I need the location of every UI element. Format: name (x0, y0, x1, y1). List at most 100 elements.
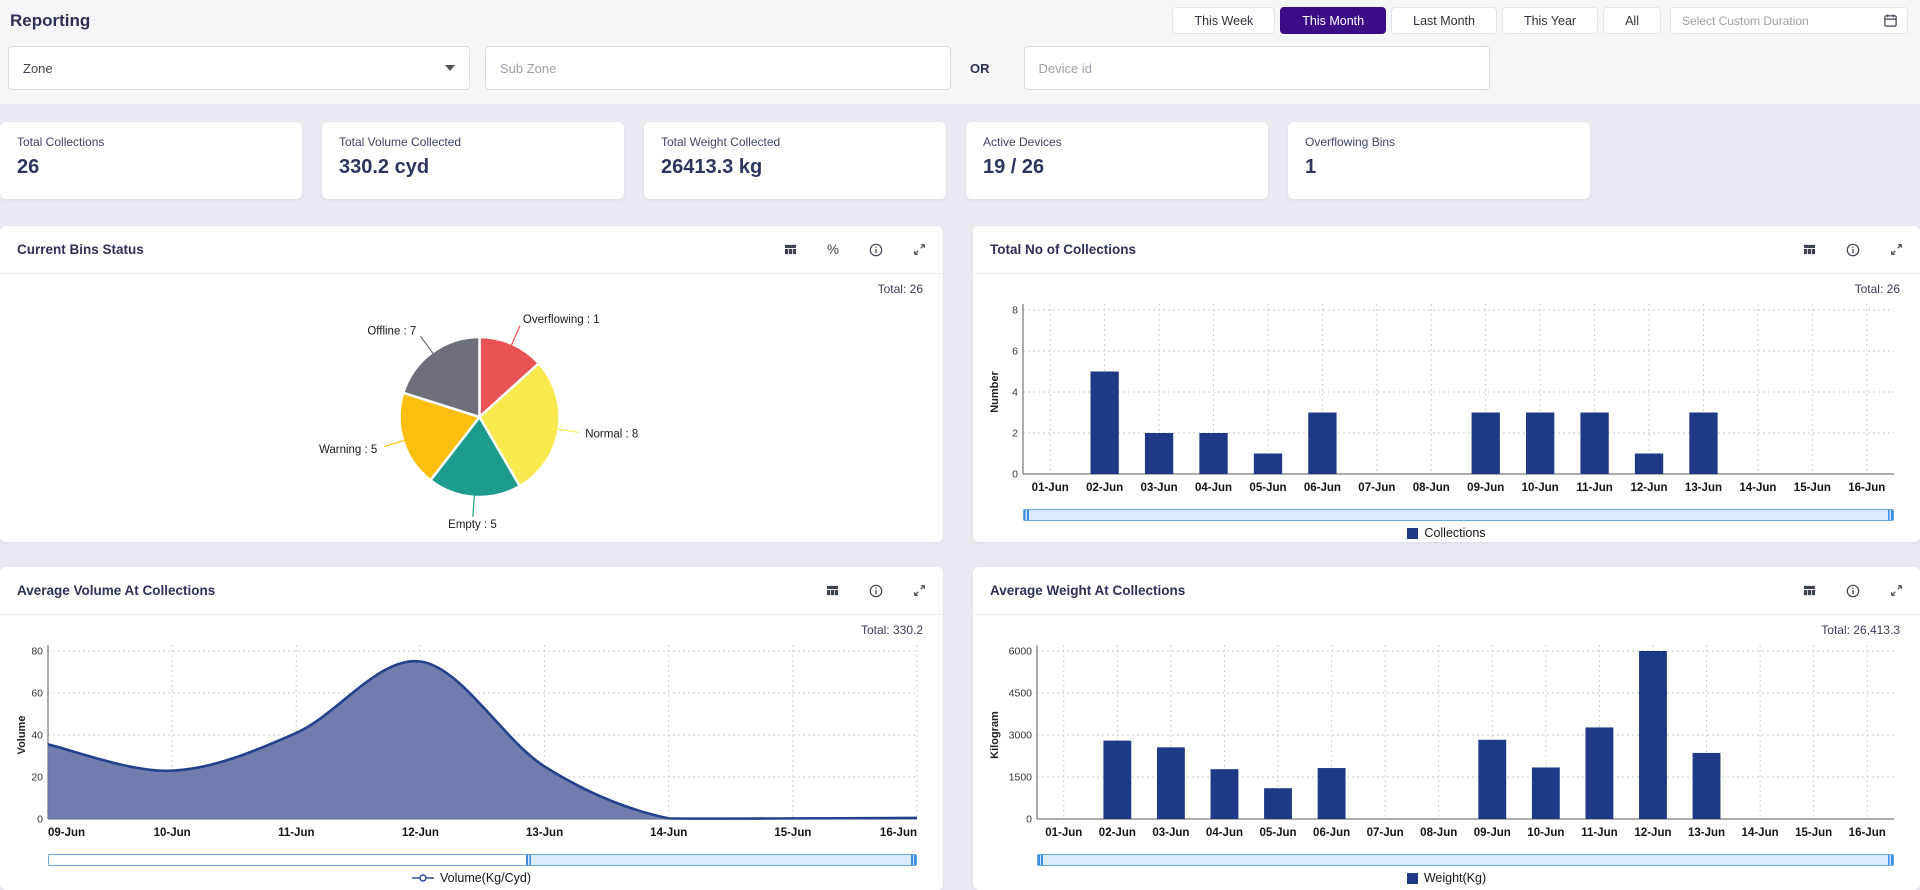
svg-text:Overflowing : 1: Overflowing : 1 (523, 314, 600, 326)
panel-total-collections: Total No of Collections Total: 26 0 2 4 6 8 N… (973, 226, 1920, 542)
svg-text:Empty : 5: Empty : 5 (448, 519, 497, 531)
legend-label: Collections (1424, 526, 1486, 540)
calendar-icon[interactable] (1883, 13, 1898, 28)
time-filter-this-week[interactable]: This Week (1172, 7, 1276, 34)
svg-text:16-Jun: 16-Jun (1849, 827, 1886, 839)
filters-row: Zone OR (0, 36, 1920, 90)
collections-svg: 0 2 4 6 8 Number 01-Jun 02-Jun 03-Jun 04-Jun 05-Ju… (989, 304, 1894, 494)
collections-legend[interactable]: Collections (987, 526, 1906, 540)
svg-text:14-Jun: 14-Jun (1742, 827, 1779, 839)
time-filter-this-year[interactable]: This Year (1501, 7, 1599, 34)
avg-volume-end-handle[interactable] (911, 855, 916, 865)
svg-text:11-Jun: 11-Jun (1576, 482, 1612, 494)
device-id-field[interactable] (1023, 46, 1490, 90)
info-icon[interactable] (1846, 243, 1860, 257)
avg-volume-range-scrollbar[interactable] (48, 854, 917, 866)
panel-icon-group: % (784, 243, 926, 257)
collections-start-handle[interactable] (1024, 510, 1029, 520)
kpi-card-active-devices: Active Devices 19 / 26 (966, 122, 1268, 199)
time-filter-this-month[interactable]: This Month (1280, 7, 1387, 34)
avg-weight-range-scrollbar[interactable] (1037, 854, 1894, 866)
legend-line-circle-marker (411, 874, 434, 882)
svg-text:80: 80 (31, 646, 43, 658)
panel-header: Average Volume At Collections (0, 567, 943, 615)
kpi-row: Total Collections 26 Total Volume Collecte… (0, 122, 1920, 199)
data-table-icon[interactable] (784, 243, 797, 256)
svg-text:11-Jun: 11-Jun (278, 827, 314, 839)
svg-text:01-Jun: 01-Jun (1045, 827, 1082, 839)
total-label: Total: 26 (1854, 282, 1900, 296)
percent-toggle-icon[interactable]: % (827, 243, 839, 257)
avg-weight-end-handle[interactable] (1888, 855, 1893, 865)
kpi-card-total-weight-collected: Total Weight Collected 26413.3 kg (644, 122, 946, 199)
kpi-label: Total Weight Collected (661, 135, 781, 149)
svg-text:Volume: Volume (16, 716, 28, 755)
svg-text:Normal : 8: Normal : 8 (585, 428, 638, 440)
avg-volume-start-handle[interactable] (525, 855, 531, 865)
panel-icon-group (1803, 584, 1903, 598)
info-icon[interactable] (869, 243, 883, 257)
collections-end-handle[interactable] (1888, 510, 1893, 520)
data-table-icon[interactable] (826, 584, 839, 597)
panel-icon-group (1803, 243, 1903, 257)
svg-text:05-Jun: 05-Jun (1249, 482, 1286, 494)
legend-square-marker (1406, 872, 1418, 884)
volume-area-chart: 0 20 40 60 80 Volume 09-Jun 10-Jun 11-Jun 12-Jun 1… (14, 637, 929, 885)
expand-icon[interactable] (913, 243, 926, 256)
svg-text:08-Jun: 08-Jun (1420, 827, 1457, 839)
info-icon[interactable] (1846, 584, 1860, 598)
weight-bar-chart: 0 1500 3000 4500 6000 Kilogram 01-Jun 02-Jun 03-… (987, 637, 1906, 885)
svg-text:15-Jun: 15-Jun (1795, 827, 1832, 839)
svg-text:60: 60 (31, 688, 43, 700)
custom-duration-input[interactable] (1680, 12, 1883, 29)
svg-text:01-Jun: 01-Jun (1032, 482, 1069, 494)
panel-average-volume: Average Volume At Collections Total: 330… (0, 567, 943, 890)
expand-icon[interactable] (1890, 584, 1903, 597)
device-id-input[interactable] (1024, 47, 1489, 89)
data-table-icon[interactable] (1803, 584, 1816, 597)
panel-icon-group (826, 584, 926, 598)
svg-text:13-Jun: 13-Jun (1685, 482, 1722, 494)
expand-icon[interactable] (913, 584, 926, 597)
svg-text:08-Jun: 08-Jun (1413, 482, 1450, 494)
kpi-value: 26413.3 kg (661, 156, 763, 178)
kpi-value: 26 (17, 156, 40, 178)
panel-current-bins-status: Current Bins Status % Total: 26 Overflow… (0, 226, 943, 542)
svg-text:Kilogram: Kilogram (989, 711, 1001, 759)
svg-text:0: 0 (37, 814, 43, 826)
svg-text:Number: Number (989, 371, 1001, 413)
total-label: Total: 330.2 (860, 623, 923, 637)
svg-text:04-Jun: 04-Jun (1195, 482, 1232, 494)
svg-text:4500: 4500 (1009, 688, 1033, 700)
zone-select[interactable]: Zone (8, 46, 470, 90)
kpi-label: Active Devices (983, 135, 1062, 149)
panel-header: Current Bins Status % (0, 226, 943, 274)
avg-weight-legend[interactable]: Weight(Kg) (987, 871, 1906, 885)
svg-text:09-Jun: 09-Jun (1474, 827, 1511, 839)
kpi-card-overflowing-bins: Overflowing Bins 1 (1288, 122, 1590, 199)
avg-volume-legend[interactable]: Volume(Kg/Cyd) (14, 871, 929, 885)
avg-volume-svg: 0 20 40 60 80 Volume 09-Jun 10-Jun 11-Jun 12-Jun 1… (16, 645, 918, 839)
custom-duration-field[interactable] (1670, 7, 1908, 34)
panel-title: Current Bins Status (17, 242, 144, 257)
panel-body: Total: 26,413.3 0 1500 3000 4500 6000 Kilogra… (973, 615, 1920, 890)
subzone-input[interactable] (486, 47, 950, 89)
avg-weight-start-handle[interactable] (1038, 855, 1043, 865)
collections-range-scrollbar[interactable] (1023, 509, 1894, 521)
panel-body: Total: 26 Overflowing : 1 Normal : 8 Empty… (0, 274, 943, 542)
time-filter-all[interactable]: All (1603, 7, 1661, 34)
svg-text:2: 2 (1012, 428, 1018, 440)
svg-text:40: 40 (31, 730, 43, 742)
time-filter-buttons: This Week This Month Last Month This Year Al… (1172, 7, 1661, 34)
expand-icon[interactable] (1890, 243, 1903, 256)
svg-text:11-Jun: 11-Jun (1581, 827, 1617, 839)
info-icon[interactable] (869, 584, 883, 598)
data-table-icon[interactable] (1803, 243, 1816, 256)
panel-body: Total: 26 0 2 4 6 8 Number 01-Jun 02-Jun 03-Jun 0… (973, 274, 1920, 542)
svg-text:8: 8 (1012, 305, 1018, 317)
subzone-field[interactable] (485, 46, 951, 90)
time-filter-last-month[interactable]: Last Month (1391, 7, 1497, 34)
svg-text:14-Jun: 14-Jun (650, 827, 687, 839)
chevron-down-icon (445, 65, 455, 71)
svg-text:05-Jun: 05-Jun (1259, 827, 1296, 839)
